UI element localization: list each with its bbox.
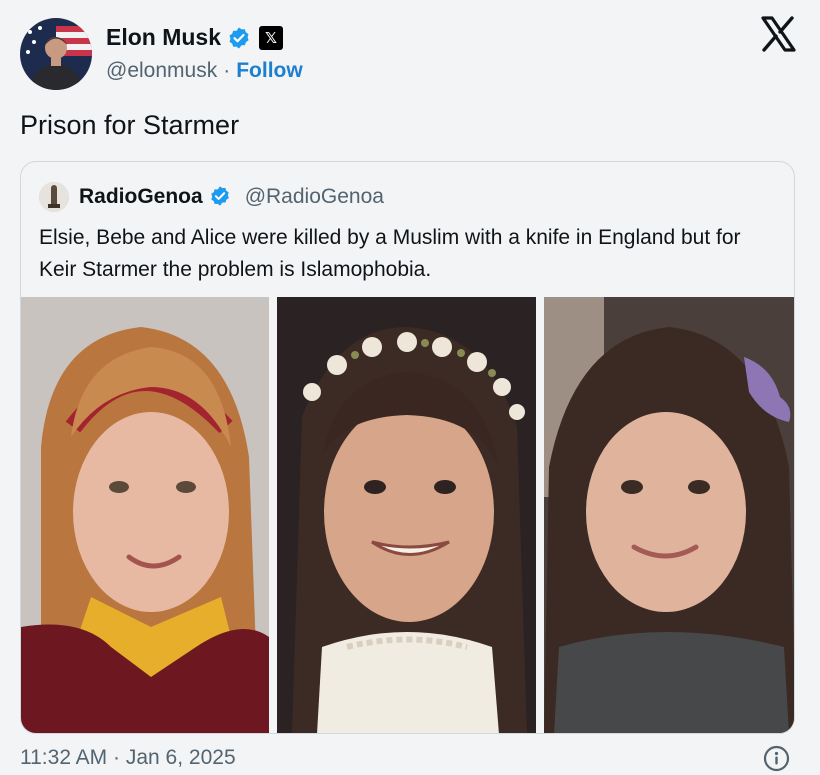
author-avatar[interactable] bbox=[20, 18, 92, 90]
post-text: Prison for Starmer bbox=[20, 110, 240, 140]
author-handle-row: @elonmusk · Follow bbox=[106, 59, 303, 83]
author-handle[interactable]: @elonmusk bbox=[106, 59, 217, 83]
author-display-name[interactable]: Elon Musk bbox=[106, 24, 221, 51]
quoted-avatar[interactable] bbox=[39, 182, 69, 212]
x-badge-icon: 𝕏 bbox=[259, 25, 284, 50]
quoted-post[interactable]: RadioGenoa @RadioGenoa Elsie, Bebe and A… bbox=[20, 161, 795, 734]
tweet-embed-card: Elon Musk 𝕏 @elonmusk · Follow Prison fo… bbox=[0, 0, 820, 775]
post-date: Jan 6, 2025 bbox=[125, 746, 236, 769]
quoted-text: Elsie, Bebe and Alice were killed by a M… bbox=[39, 226, 741, 281]
verified-badge-icon bbox=[227, 26, 251, 50]
handle-separator: · bbox=[223, 59, 231, 82]
photo-3[interactable] bbox=[544, 297, 794, 733]
quoted-header: RadioGenoa @RadioGenoa bbox=[39, 182, 384, 212]
quoted-handle[interactable]: @RadioGenoa bbox=[245, 185, 384, 209]
photo-1[interactable] bbox=[21, 297, 269, 733]
quoted-media-grid bbox=[21, 297, 794, 733]
x-logo-icon[interactable] bbox=[758, 14, 798, 54]
post-timestamp[interactable]: 11:32 AM · Jan 6, 2025 bbox=[20, 746, 236, 770]
post-time: 11:32 AM bbox=[20, 746, 108, 769]
photo-2[interactable] bbox=[277, 297, 536, 733]
author-name-row: Elon Musk 𝕏 bbox=[106, 24, 284, 51]
follow-button[interactable]: Follow bbox=[236, 59, 303, 83]
timestamp-separator: · bbox=[113, 746, 121, 769]
quoted-display-name[interactable]: RadioGenoa bbox=[79, 185, 203, 209]
verified-badge-icon bbox=[209, 185, 233, 209]
info-icon[interactable] bbox=[763, 745, 790, 772]
